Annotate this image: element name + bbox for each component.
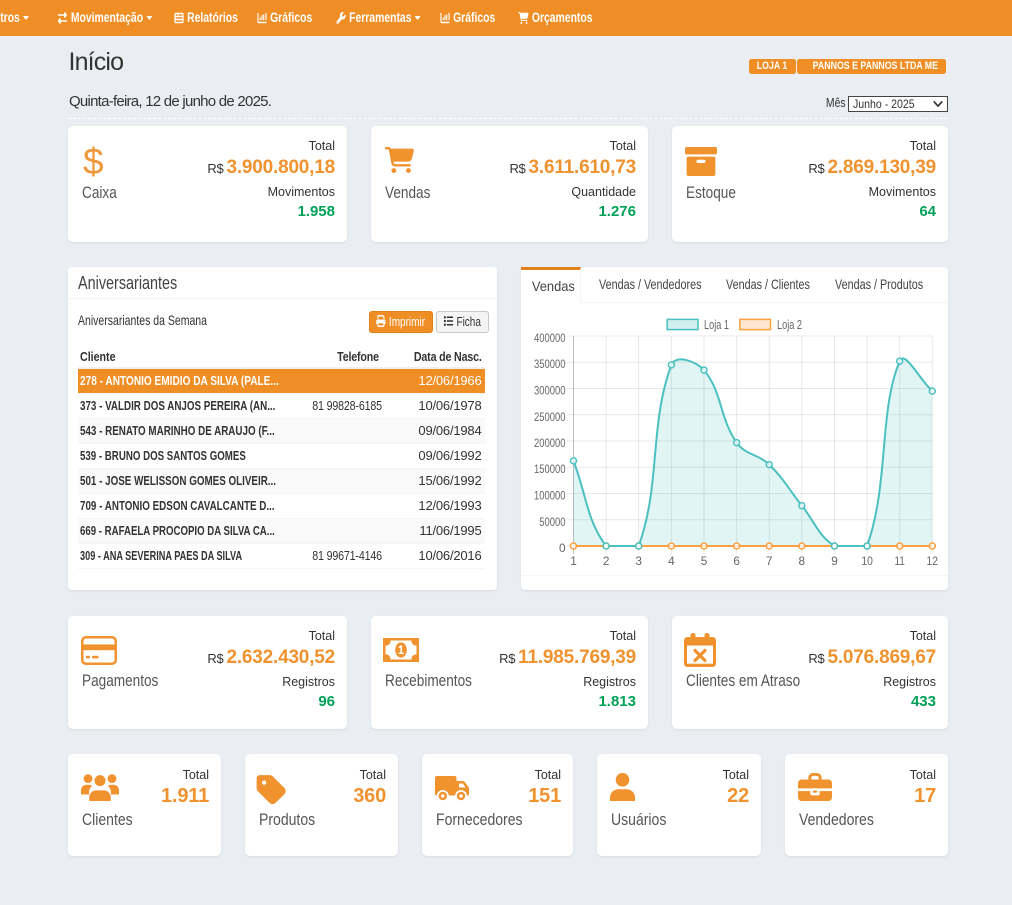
svg-text:3: 3 — [635, 554, 642, 568]
svg-text:100000: 100000 — [534, 489, 566, 503]
svg-text:6: 6 — [733, 554, 740, 568]
svg-text:Loja 2: Loja 2 — [777, 318, 802, 332]
svg-text:2: 2 — [602, 554, 609, 568]
svg-text:400000: 400000 — [534, 331, 566, 345]
svg-text:350000: 350000 — [534, 357, 566, 371]
svg-text:11: 11 — [894, 554, 905, 568]
svg-text:5: 5 — [700, 554, 707, 568]
svg-text:Loja 1: Loja 1 — [704, 318, 729, 332]
svg-text:1: 1 — [397, 645, 404, 657]
svg-text:7: 7 — [765, 554, 772, 568]
svg-text:50000: 50000 — [539, 515, 566, 529]
svg-text:9: 9 — [831, 554, 838, 568]
svg-text:0: 0 — [558, 541, 565, 555]
svg-text:1: 1 — [570, 554, 577, 568]
svg-text:250000: 250000 — [534, 410, 566, 424]
svg-text:8: 8 — [798, 554, 805, 568]
svg-text:4: 4 — [668, 554, 675, 568]
svg-text:12: 12 — [926, 554, 938, 568]
svg-text:150000: 150000 — [534, 462, 566, 476]
svg-text:200000: 200000 — [534, 436, 566, 450]
svg-text:10: 10 — [861, 554, 873, 568]
svg-text:300000: 300000 — [534, 384, 566, 398]
